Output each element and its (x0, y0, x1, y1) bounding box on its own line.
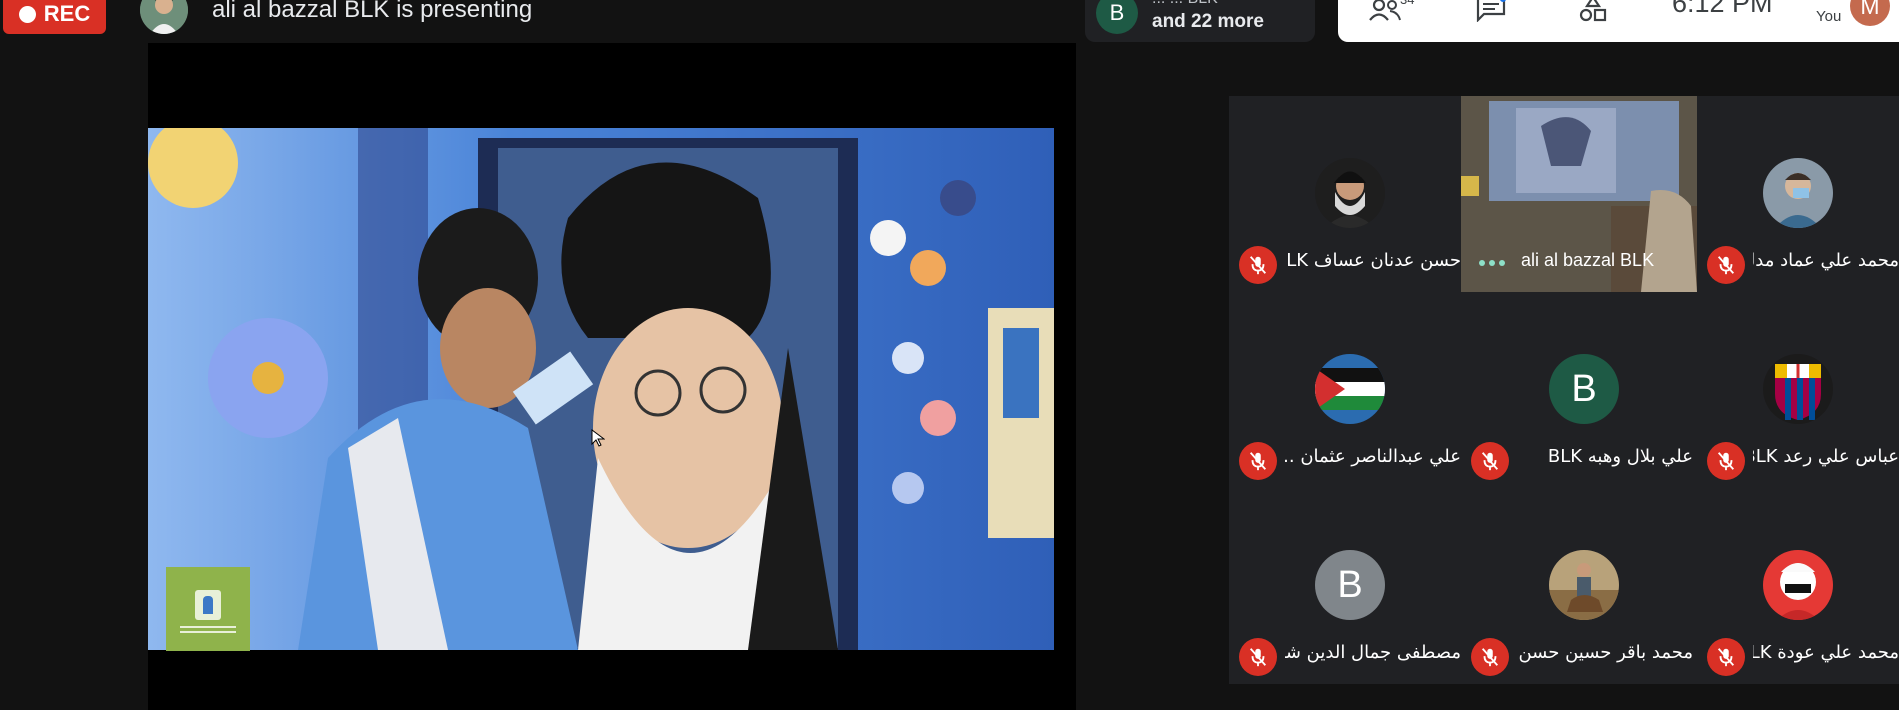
participant-avatar (1549, 550, 1619, 620)
participant-name: محمد علي عودة BLK (1753, 642, 1899, 663)
participant-tile[interactable]: B مصطفى جمال الدين شمس... (1229, 488, 1461, 684)
participant-name: علي عبدالناصر عثمان ... (1285, 446, 1461, 467)
record-dot-icon (18, 5, 36, 23)
participant-avatar (1763, 158, 1833, 228)
meeting-toolbar: 34 6:12 PM You M (1338, 0, 1899, 42)
participant-tile[interactable]: حسن عدنان عساف BLK (1229, 96, 1461, 292)
presenter-status: ali al bazzal BLK is presenting (212, 0, 533, 23)
school-logo-lines (180, 626, 236, 628)
participant-name: حسن عدنان عساف BLK (1285, 250, 1461, 271)
activities-icon[interactable] (1576, 0, 1610, 22)
participant-tile[interactable]: عباس علي رعد BLK (1697, 292, 1899, 488)
participant-name: محمد باقر حسين حسن ... (1517, 642, 1693, 663)
speaking-indicator-icon (1479, 260, 1505, 266)
participant-tile[interactable]: علي عبدالناصر عثمان ... (1229, 292, 1461, 488)
presenter-avatar (140, 0, 188, 34)
school-logo-mark (195, 590, 221, 620)
recording-badge: REC (3, 0, 106, 34)
mic-off-icon (1471, 638, 1509, 676)
participant-name: محمد علي عماد مدلج (1753, 250, 1899, 271)
mouse-cursor-icon (591, 429, 605, 447)
participant-tile[interactable]: محمد علي عماد مدلج (1697, 96, 1899, 292)
participant-avatar: B (1549, 354, 1619, 424)
presentation-video-frame (148, 128, 1054, 650)
participant-avatar (1763, 550, 1833, 620)
participant-count: 34 (1400, 0, 1414, 7)
recording-label: REC (43, 1, 91, 26)
you-label: You (1816, 8, 1842, 25)
mic-off-icon (1707, 246, 1745, 284)
participant-tile[interactable]: ali al bazzal BLK (1461, 96, 1697, 292)
participant-avatar (1315, 354, 1385, 424)
participant-tile[interactable]: محمد علي عودة BLK (1697, 488, 1899, 684)
mic-off-icon (1707, 638, 1745, 676)
participants-icon[interactable] (1368, 0, 1402, 22)
participant-avatar: B (1315, 550, 1385, 620)
mic-off-icon (1707, 442, 1745, 480)
chat-icon[interactable] (1474, 0, 1508, 22)
school-logo (166, 567, 250, 651)
participant-name: ali al bazzal BLK (1521, 250, 1655, 270)
participant-grid: حسن عدنان عساف BLK ali al bazzal BLK محم… (1229, 96, 1899, 684)
participant-name: عباس علي رعد BLK (1753, 446, 1899, 467)
mic-off-icon (1239, 638, 1277, 676)
participant-tile[interactable]: B علي بلال وهبه BLK (1461, 292, 1697, 488)
self-avatar[interactable]: M (1850, 0, 1890, 26)
participant-avatar (1763, 354, 1833, 424)
mic-off-icon (1239, 442, 1277, 480)
mic-off-icon (1471, 442, 1509, 480)
chip-top-text: ... ... BLK (1152, 0, 1218, 8)
presentation-stage[interactable] (148, 43, 1076, 710)
participant-name: علي بلال وهبه BLK (1547, 446, 1693, 467)
participant-tile[interactable]: محمد باقر حسين حسن ... (1461, 488, 1697, 684)
chip-more-text: and 22 more (1152, 11, 1264, 32)
mic-off-icon (1239, 246, 1277, 284)
participant-name: مصطفى جمال الدين شمس... (1285, 642, 1461, 663)
participant-avatar (1315, 158, 1385, 228)
meeting-clock: 6:12 PM (1672, 0, 1773, 18)
